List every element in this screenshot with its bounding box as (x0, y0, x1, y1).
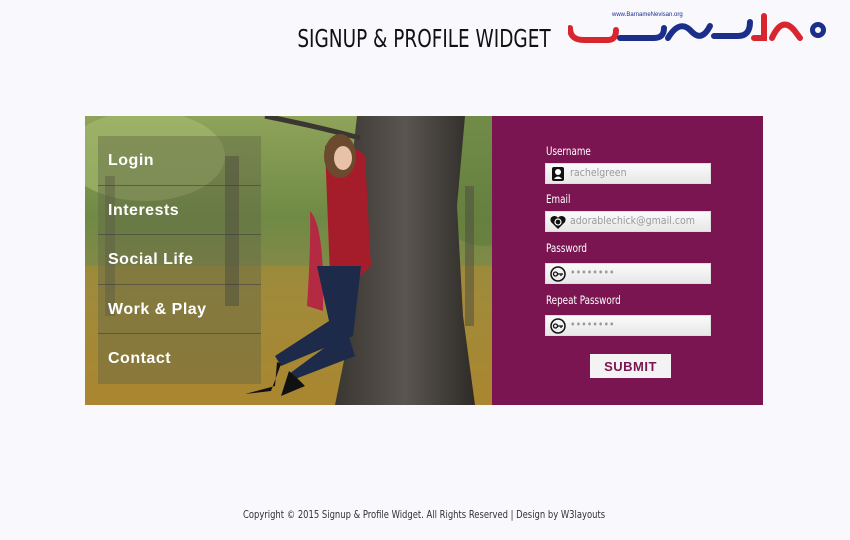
signup-widget: Login Interests Social Life Work & Play … (85, 116, 763, 405)
profile-menu: Login Interests Social Life Work & Play … (98, 136, 261, 384)
password-value: •••••••• (570, 267, 615, 279)
repeat-password-field[interactable]: •••••••• (545, 315, 711, 336)
repeat-password-label: Repeat Password (546, 293, 621, 307)
footer-text: Copyright © 2015 Signup & Profile Widget… (242, 508, 606, 521)
menu-item-interests[interactable]: Interests (98, 185, 261, 236)
key-icon (550, 318, 566, 334)
menu-item-login[interactable]: Login (98, 136, 261, 186)
password-label: Password (546, 241, 588, 255)
username-label: Username (546, 144, 591, 158)
profile-photo: Login Interests Social Life Work & Play … (85, 116, 492, 405)
email-icon (550, 216, 566, 229)
logo-graphic (567, 13, 826, 43)
password-field[interactable]: •••••••• (545, 263, 711, 284)
repeat-password-value: •••••••• (570, 319, 615, 331)
email-field[interactable]: adorablechick@gmail.com (545, 211, 711, 232)
key-icon (550, 266, 566, 282)
menu-item-social-life[interactable]: Social Life (98, 235, 261, 285)
username-field[interactable]: rachelgreen (545, 163, 711, 184)
username-value: rachelgreen (570, 167, 627, 179)
signup-form: Username rachelgreen Email adorablechick… (492, 116, 763, 405)
menu-item-contact[interactable]: Contact (98, 334, 261, 384)
email-label: Email (546, 192, 571, 206)
logo-url: www.BarnameNevisan.org (612, 12, 683, 18)
menu-item-work-play[interactable]: Work & Play (98, 284, 261, 335)
footer: Copyright © 2015 Signup & Profile Widget… (0, 508, 848, 521)
submit-button[interactable]: SUBMIT (590, 354, 671, 378)
site-logo[interactable]: www.BarnameNevisan.org (567, 8, 830, 46)
user-icon (552, 167, 564, 181)
email-value: adorablechick@gmail.com (570, 215, 696, 227)
